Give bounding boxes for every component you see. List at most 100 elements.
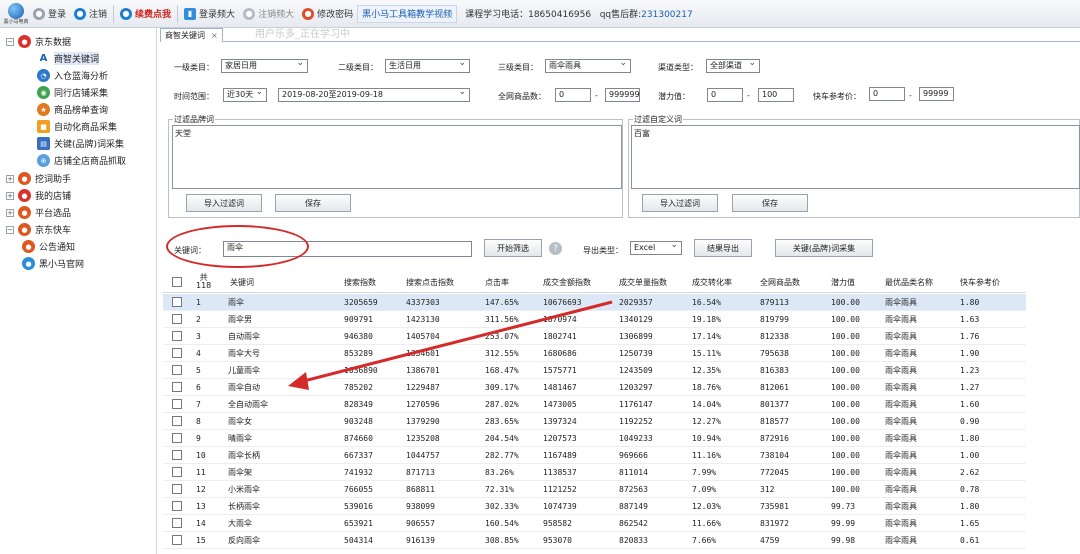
cat3-select[interactable]: 雨伞雨具 (545, 59, 631, 73)
col-header[interactable]: 成交金额指数 (543, 271, 591, 293)
custom-filter-textarea[interactable]: 百富 (631, 125, 1080, 189)
row-checkbox[interactable] (172, 467, 182, 477)
tree-item-competitor[interactable]: ◉ 同行店铺采集 (37, 84, 108, 101)
col-header[interactable]: 成交转化率 (692, 271, 732, 293)
col-header[interactable]: 点击率 (485, 271, 509, 293)
table-row[interactable]: 9 晴雨伞 874660 1235208 204.54% 1207573 1049233 10… (163, 430, 1026, 447)
table-row[interactable]: 11 雨伞架 741932 871713 83.26% 1138537 811014 7.99… (163, 464, 1026, 481)
tree-item-keyword[interactable]: A 商智关键词 (37, 50, 100, 67)
table-row[interactable]: 8 雨伞女 903248 1379290 283.65% 1397324 1192252 12… (163, 413, 1026, 430)
tab-keyword[interactable]: 商智关键词 × (160, 28, 223, 42)
table-row[interactable]: 6 雨伞自动 785202 1229487 309.17% 1481467 1203297 1… (163, 379, 1026, 396)
potential-min-input[interactable]: 0 (707, 88, 743, 102)
login-button[interactable]: ● 登录 (29, 3, 70, 25)
cat2-select[interactable]: 生活日用 (385, 59, 470, 73)
row-checkbox[interactable] (172, 535, 182, 545)
col-header[interactable]: 成交单量指数 (619, 271, 667, 293)
logo-text: 黑小马电商 (3, 18, 29, 25)
row-checkbox[interactable] (172, 399, 182, 409)
change-password-button[interactable]: ● 修改密码 (298, 3, 357, 25)
table-row[interactable]: 7 全自动雨伞 828349 1270596 287.02% 1473005 1176147… (163, 396, 1026, 413)
table-cell: 1243509 (619, 366, 653, 375)
help-icon[interactable]: ? (549, 242, 562, 255)
table-cell: 100.00 (831, 485, 860, 494)
table-cell: 7.09% (692, 485, 717, 494)
tree-node-word-helper[interactable]: + ● 挖词助手 (6, 170, 71, 187)
logout-button[interactable]: ● 注销 (70, 3, 111, 25)
col-header[interactable]: 搜索指数 (344, 271, 376, 293)
tree-node-express[interactable]: − ● 京东快车 (6, 221, 71, 238)
total-goods-max-input[interactable]: 9999999 (605, 88, 640, 102)
row-checkbox[interactable] (172, 484, 182, 494)
express-min-input[interactable]: 0 (869, 87, 905, 101)
brand-collect-button[interactable]: 关键(品牌)词采集 (775, 239, 873, 257)
row-checkbox[interactable] (172, 331, 182, 341)
brand-filter-textarea[interactable]: 天堂 (172, 125, 622, 189)
total-goods-min-input[interactable]: 0 (555, 88, 591, 102)
brand-save-button[interactable]: 保存 (275, 194, 351, 212)
row-checkbox[interactable] (172, 518, 182, 528)
collapse-icon[interactable]: − (6, 37, 14, 46)
row-checkbox[interactable] (172, 382, 182, 392)
row-checkbox[interactable] (172, 348, 182, 358)
table-row[interactable]: 3 自动雨伞 946380 1405704 253.07% 1802741 1306899 1… (163, 328, 1026, 345)
tree-item-auto-collect[interactable]: ■ 自动化商品采集 (37, 118, 117, 135)
row-checkbox[interactable] (172, 297, 182, 307)
date-range-select[interactable]: 2019-08-20至2019-09-18 (278, 88, 470, 102)
select-all-checkbox[interactable] (172, 277, 182, 287)
tree-node-jd-data[interactable]: − ● 京东数据 (6, 33, 71, 50)
tree-item-brand-keyword[interactable]: ▤ 关键(品牌)词采集 (37, 135, 124, 152)
row-checkbox[interactable] (172, 365, 182, 375)
expand-icon[interactable]: + (6, 208, 14, 217)
cat1-select[interactable]: 家居日用 (221, 59, 308, 73)
col-header[interactable]: 全网商品数 (760, 271, 800, 293)
col-header[interactable]: 最优品类名称 (885, 271, 933, 293)
tree-item-ranking[interactable]: ★ 商品榜单查询 (37, 101, 108, 118)
row-checkbox[interactable] (172, 450, 182, 460)
custom-save-button[interactable]: 保存 (732, 194, 808, 212)
table-cell: 1481467 (543, 383, 577, 392)
table-cell: 879113 (760, 298, 789, 307)
table-row[interactable]: 1 雨伞 3205659 4337303 147.65% 10676693 2029357 1… (163, 294, 1026, 311)
renew-button[interactable]: ● 续费点我 (116, 3, 175, 25)
logout-shop-button[interactable]: ● 注销频大 (239, 3, 298, 25)
express-max-input[interactable]: 99999 (919, 87, 954, 101)
table-row[interactable]: 13 长柄雨伞 539016 938099 302.33% 1074739 887149 12… (163, 498, 1026, 515)
table-row[interactable]: 15 反向雨伞 504314 916139 308.85% 953070 820833 7.6… (163, 532, 1026, 549)
login-shop-button[interactable]: ▮ 登录频大 (180, 3, 239, 25)
col-header[interactable]: 快车参考价 (960, 271, 1000, 293)
col-header[interactable]: 关键词 (230, 271, 254, 293)
export-type-select[interactable]: Excel (630, 241, 682, 255)
export-button[interactable]: 结果导出 (694, 239, 752, 257)
tree-item-website[interactable]: ● 黑小马官网 (22, 255, 84, 272)
row-checkbox[interactable] (172, 433, 182, 443)
potential-max-input[interactable]: 100 (758, 88, 794, 102)
channel-select[interactable]: 全部渠道 (706, 59, 760, 73)
close-icon[interactable]: × (211, 30, 218, 42)
table-row[interactable]: 5 儿童雨伞 1036890 1386701 168.47% 1575771 1243509… (163, 362, 1026, 379)
tree-item-warehouse[interactable]: ◔ 入仓蓝海分析 (37, 67, 108, 84)
col-header[interactable]: 潜力值 (831, 271, 855, 293)
table-row[interactable]: 10 雨伞长柄 667337 1044757 282.77% 1167489 969666 1… (163, 447, 1026, 464)
start-filter-button[interactable]: 开始筛选 (484, 239, 542, 257)
row-checkbox[interactable] (172, 416, 182, 426)
table-row[interactable]: 12 小米雨伞 766055 868811 72.31% 1121252 872563 7.0… (163, 481, 1026, 498)
collapse-icon[interactable]: − (6, 225, 14, 234)
expand-icon[interactable]: + (6, 191, 14, 200)
row-checkbox[interactable] (172, 314, 182, 324)
table-row[interactable]: 4 雨伞大号 853289 1334601 312.55% 1680686 1250739 1… (163, 345, 1026, 362)
tree-node-my-shop[interactable]: + ● 我的店铺 (6, 187, 71, 204)
table-row[interactable]: 2 雨伞男 909791 1423130 311.56% 1870974 1340129 19… (163, 311, 1026, 328)
tree-item-notice[interactable]: ● 公告通知 (22, 238, 75, 255)
time-select[interactable]: 近30天 (223, 88, 267, 102)
tree-node-platform[interactable]: + ● 平台选品 (6, 204, 71, 221)
brand-import-button[interactable]: 导入过滤词 (186, 194, 262, 212)
row-checkbox[interactable] (172, 501, 182, 511)
tutorial-link[interactable]: 黑小马工具箱教学视频 (357, 4, 458, 23)
expand-icon[interactable]: + (6, 174, 14, 183)
table-row[interactable]: 14 大雨伞 653921 906557 160.54% 958582 862542 11.6… (163, 515, 1026, 532)
col-header[interactable]: 搜索点击指数 (406, 271, 454, 293)
tree-item-shop-grab[interactable]: ⊕ 店铺全店商品抓取 (37, 152, 126, 169)
table-cell: 539016 (344, 502, 373, 511)
custom-import-button[interactable]: 导入过滤词 (642, 194, 718, 212)
